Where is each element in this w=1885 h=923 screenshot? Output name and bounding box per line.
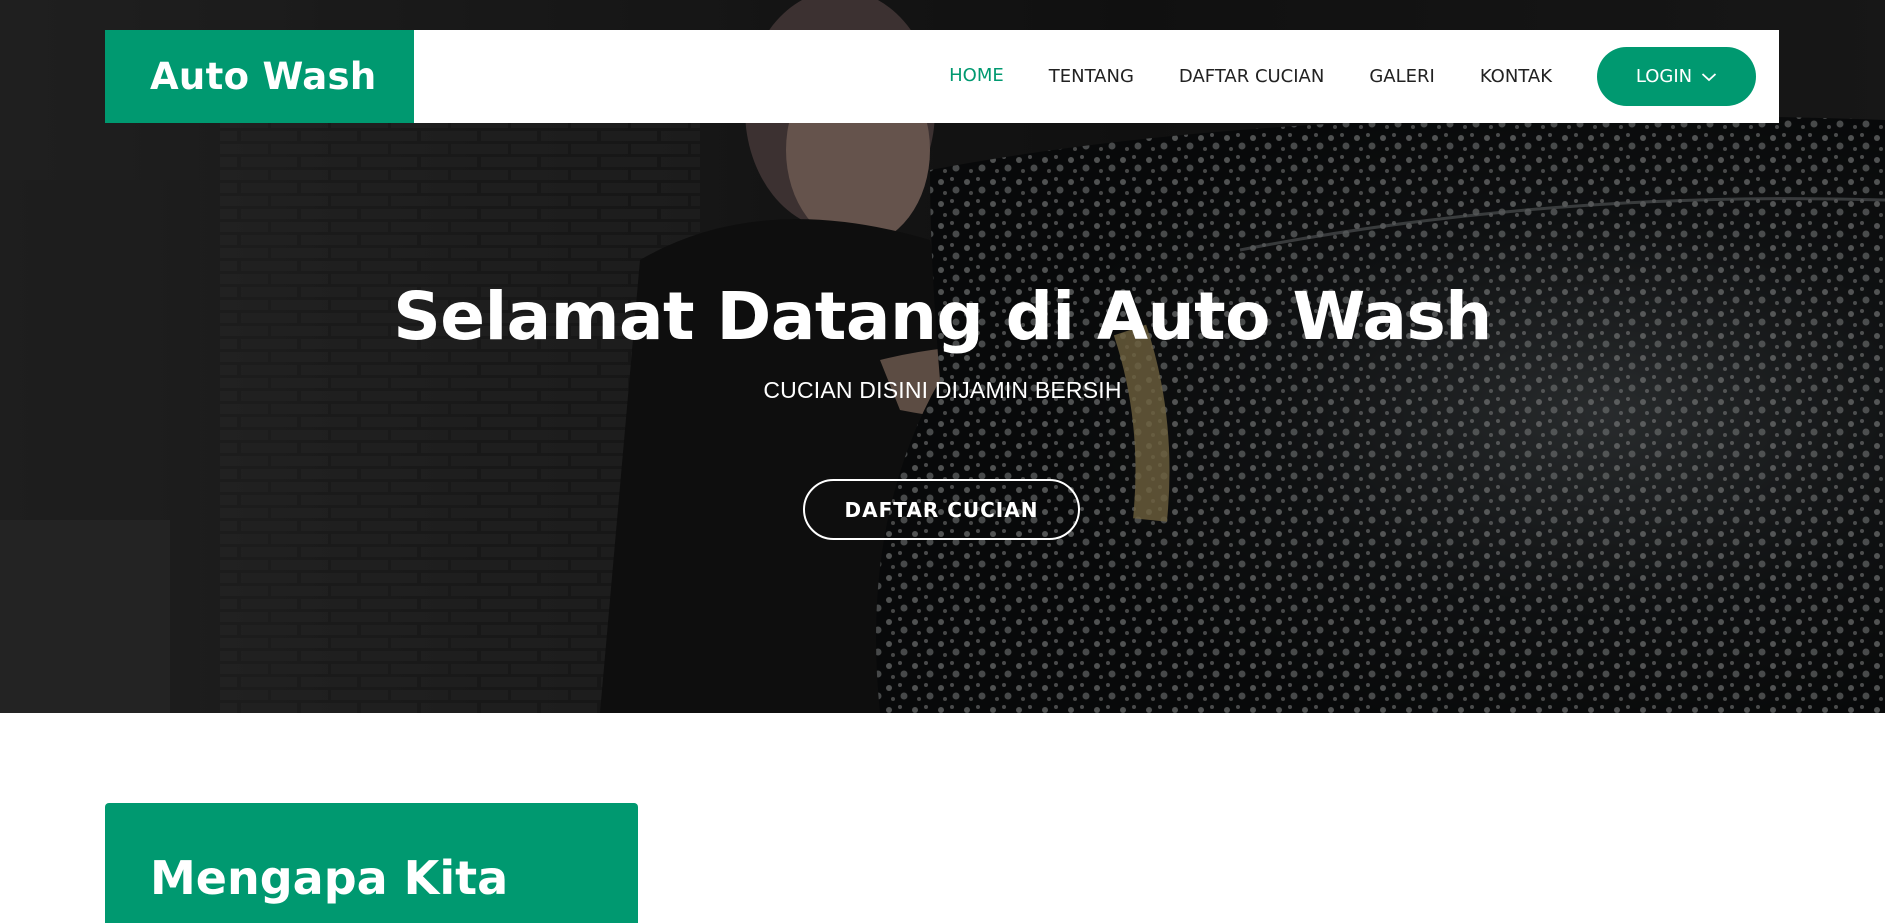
login-label: LOGIN bbox=[1635, 66, 1693, 87]
why-us-title: Mengapa Kita bbox=[150, 851, 509, 905]
hero-subtitle: CUCIAN DISINI DIJAMIN BERSIH bbox=[763, 377, 1122, 403]
hero-title: Selamat Datang di Auto Wash bbox=[393, 278, 1492, 355]
nav-item-daftar-cucian[interactable]: DAFTAR CUCIAN bbox=[1179, 66, 1324, 87]
nav-item-kontak[interactable]: KONTAK bbox=[1480, 66, 1552, 87]
login-button[interactable]: LOGIN bbox=[1597, 47, 1756, 106]
daftar-cucian-button[interactable]: DAFTAR CUCIAN bbox=[803, 479, 1080, 540]
nav-item-home[interactable]: HOME bbox=[949, 65, 1004, 86]
main-nav: HOME TENTANG DAFTAR CUCIAN GALERI KONTAK… bbox=[949, 30, 1779, 123]
site-header: Auto Wash HOME TENTANG DAFTAR CUCIAN GAL… bbox=[105, 30, 1779, 123]
nav-item-tentang[interactable]: TENTANG bbox=[1049, 66, 1134, 87]
nav-item-galeri[interactable]: GALERI bbox=[1369, 66, 1434, 87]
brand-logo[interactable]: Auto Wash bbox=[105, 30, 414, 123]
why-us-card: Mengapa Kita bbox=[105, 803, 638, 923]
chevron-down-icon bbox=[1701, 72, 1717, 82]
